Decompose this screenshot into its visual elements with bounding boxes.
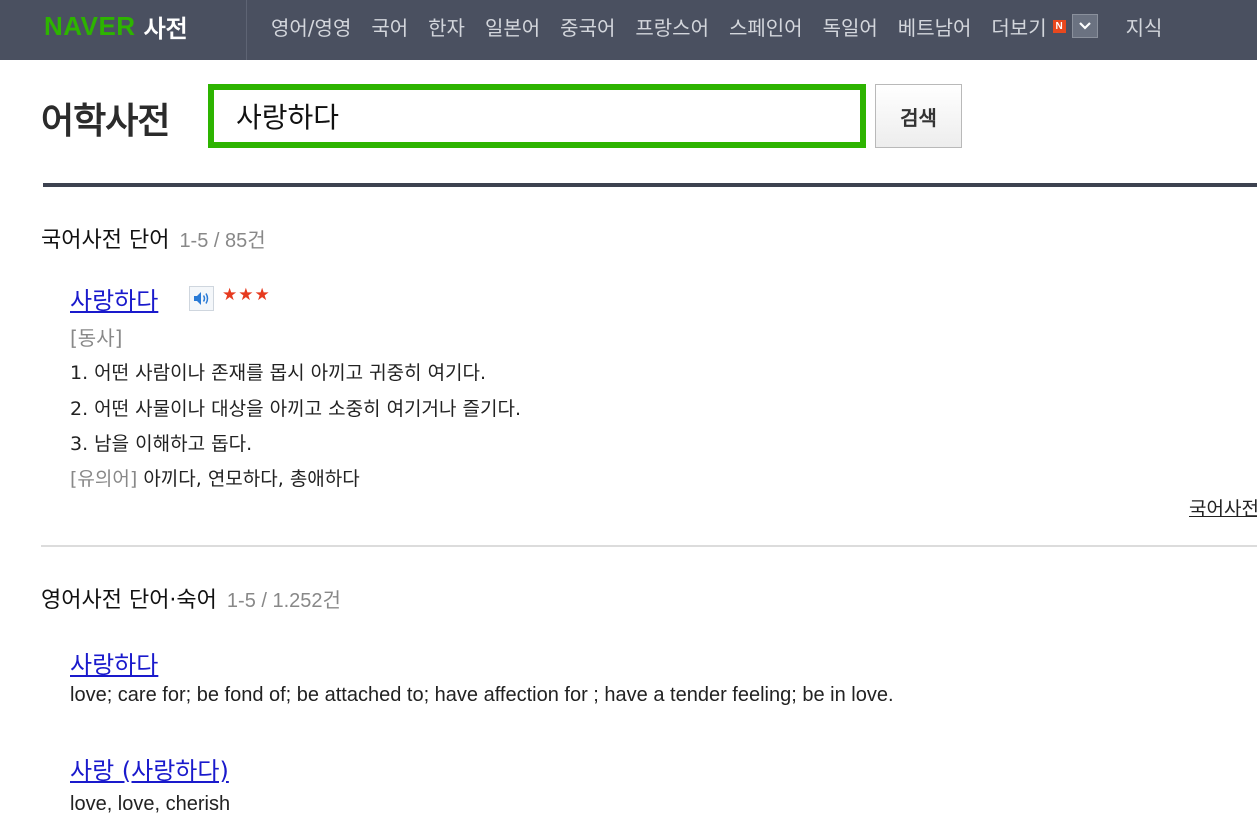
nav-more-label: 더보기 xyxy=(991,15,1047,40)
naver-dictionary-logo[interactable]: NAVER 사전 xyxy=(44,10,188,43)
part-of-speech: [동사] xyxy=(70,326,123,350)
korean-section-heading: 국어사전 단어 1-5 / 85건 xyxy=(41,222,266,254)
korean-result-count: 1-5 / 85건 xyxy=(179,230,266,252)
nav-item-chinese[interactable]: 중국어 xyxy=(560,12,615,41)
synonym-label: [유의어] xyxy=(70,468,138,490)
nav-more[interactable]: 더보기 N xyxy=(991,12,1098,41)
nav-item-hanja[interactable]: 한자 xyxy=(428,12,465,41)
naver-logo-text: NAVER xyxy=(44,10,136,41)
dictionary-logo-text: 사전 xyxy=(143,14,188,43)
search-button[interactable]: 검색 xyxy=(875,84,962,148)
search-box xyxy=(208,84,866,148)
nav-item-german[interactable]: 독일어 xyxy=(823,12,878,41)
nav-item-french[interactable]: 프랑스어 xyxy=(635,12,709,41)
english-entry-meaning-2: love, love, cherish xyxy=(70,793,231,815)
section-divider xyxy=(41,545,1257,547)
nav-item-japanese[interactable]: 일본어 xyxy=(485,12,540,41)
chevron-down-icon[interactable] xyxy=(1071,14,1098,38)
page-title: 어학사전 xyxy=(41,101,170,142)
english-entry-link-2[interactable]: 사랑 (사랑하다) xyxy=(70,751,229,786)
korean-entry-link[interactable]: 사랑하다 xyxy=(70,281,158,316)
search-input[interactable] xyxy=(234,90,858,142)
definition-1: 1. 어떤 사람이나 존재를 몹시 아끼고 귀중히 여기다. xyxy=(70,362,487,384)
definition-3: 3. 남을 이해하고 돕다. xyxy=(70,433,253,455)
nav-item-korean[interactable]: 국어 xyxy=(371,12,408,41)
synonym-line: [유의어] 아끼다, 연모하다, 총애하다 xyxy=(70,464,360,491)
synonym-list: 아끼다, 연모하다, 총애하다 xyxy=(143,468,360,490)
logo-divider xyxy=(246,0,247,60)
speaker-icon[interactable] xyxy=(189,286,214,311)
english-section-heading: 영어사전 단어·숙어 1-5 / 1.252건 xyxy=(41,582,341,614)
english-section-title: 영어사전 단어·숙어 xyxy=(41,588,217,613)
korean-section-title: 국어사전 단어 xyxy=(41,228,170,253)
english-result-count: 1-5 / 1.252건 xyxy=(226,590,341,612)
nav-item-knowledge[interactable]: 지식 xyxy=(1126,12,1163,41)
english-entry-link-1[interactable]: 사랑하다 xyxy=(70,645,158,680)
nav-item-vietnamese[interactable]: 베트남어 xyxy=(898,12,972,41)
top-navigation-bar: NAVER 사전 영어/영영 국어 한자 일본어 중국어 프랑스어 스페인어 독… xyxy=(0,0,1257,60)
nav-item-spanish[interactable]: 스페인어 xyxy=(729,12,803,41)
new-badge: N xyxy=(1052,19,1066,33)
importance-stars: ★★★ xyxy=(222,285,271,305)
english-entry-meaning-1: love; care for; be fond of; be attached … xyxy=(70,684,894,706)
header-divider xyxy=(43,183,1257,187)
definition-2: 2. 어떤 사물이나 대상을 아끼고 소중히 여기거나 즐기다. xyxy=(70,398,522,420)
nav-item-english[interactable]: 영어/영영 xyxy=(271,12,351,41)
korean-dictionary-more-link[interactable]: 국어사전 xyxy=(1189,494,1257,521)
dictionary-nav: 영어/영영 국어 한자 일본어 중국어 프랑스어 스페인어 독일어 베트남어 더… xyxy=(271,12,1182,40)
